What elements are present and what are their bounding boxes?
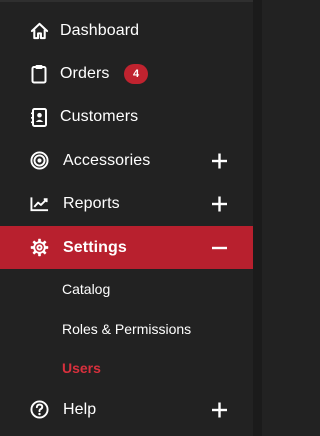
sidebar-subitem-label: Roles & Permissions <box>62 320 192 337</box>
expand-plus-icon[interactable] <box>212 402 227 418</box>
sidebar-subitem-label: Users <box>62 360 101 377</box>
sidebar-nav: Dashboard Orders 4 Customers Accessories… <box>0 9 253 431</box>
gear-icon <box>29 238 49 258</box>
expand-plus-icon[interactable] <box>212 196 227 212</box>
sidebar-item-label: Settings <box>63 238 127 256</box>
orders-count-badge: 4 <box>124 64 148 85</box>
sidebar-item-help[interactable]: Help <box>0 388 253 431</box>
sidebar-item-accessories[interactable]: Accessories <box>0 139 253 182</box>
sidebar-item-label: Orders <box>60 65 110 83</box>
sidebar-subitem-label: Catalog <box>62 281 111 298</box>
sidebar-item-label: Customers <box>60 108 139 126</box>
sidebar-item-dashboard[interactable]: Dashboard <box>0 9 253 52</box>
home-icon <box>29 21 49 41</box>
sidebar-item-label: Reports <box>63 195 120 213</box>
sidebar-item-orders[interactable]: Orders 4 <box>0 52 253 95</box>
scrollbar-track[interactable] <box>253 0 262 436</box>
top-divider <box>0 0 253 2</box>
question-circle-icon <box>29 400 49 420</box>
target-icon <box>29 151 49 171</box>
sidebar-item-reports[interactable]: Reports <box>0 183 253 226</box>
sidebar-item-label: Accessories <box>63 151 151 169</box>
expand-plus-icon[interactable] <box>212 153 227 169</box>
sidebar-item-settings[interactable]: Settings <box>0 225 253 270</box>
sidebar-subitem-roles-permissions[interactable]: Roles & Permissions <box>0 309 253 349</box>
clipboard-icon <box>29 64 49 84</box>
sidebar-subitem-catalog[interactable]: Catalog <box>0 269 253 309</box>
line-chart-icon <box>29 194 49 214</box>
sidebar-item-customers[interactable]: Customers <box>0 96 253 139</box>
contact-book-icon <box>29 107 49 127</box>
sidebar-item-label: Dashboard <box>60 21 140 39</box>
sidebar-subitem-users[interactable]: Users <box>0 348 253 388</box>
collapse-minus-icon[interactable] <box>212 240 227 255</box>
sidebar-item-label: Help <box>63 400 97 418</box>
